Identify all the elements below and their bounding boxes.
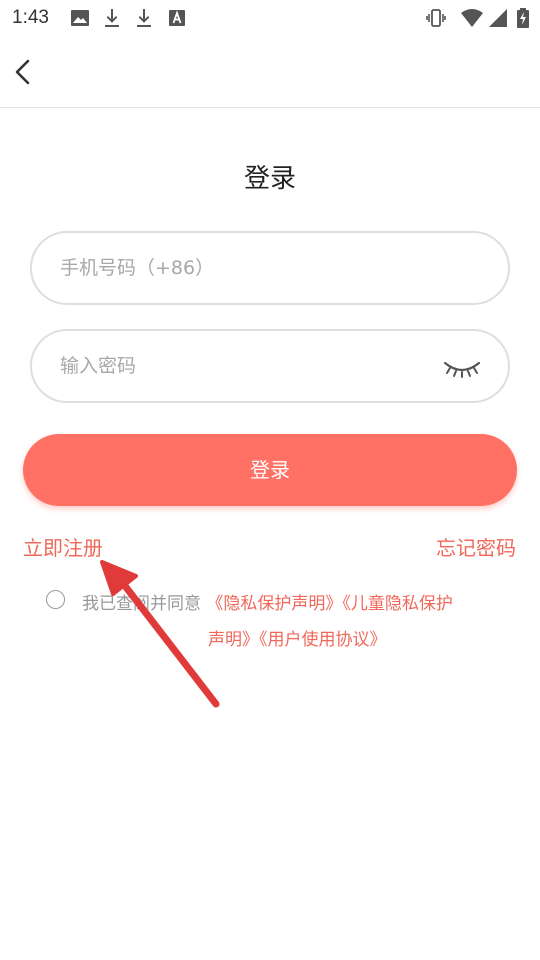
status-bar: 1:43 — [0, 0, 540, 36]
register-link[interactable]: 立即注册 — [23, 532, 103, 561]
download-icon — [137, 9, 151, 27]
forgot-password-link[interactable]: 忘记密码 — [436, 532, 516, 561]
page-title: 登录 — [243, 164, 296, 194]
vibrate-icon — [426, 9, 446, 27]
eye-closed-icon[interactable] — [442, 355, 482, 381]
battery-charging-icon — [517, 8, 529, 28]
font-a-icon — [169, 10, 185, 26]
agreement-prefix: 我已查阅并同意 — [82, 594, 201, 614]
signal-icon — [489, 9, 507, 27]
password-field[interactable] — [30, 329, 510, 403]
agreement-line-2: 声明》《用户使用协议》 — [208, 625, 387, 650]
chevron-left-icon[interactable] — [8, 56, 40, 88]
user-agreement-link[interactable]: 《用户使用协议》 — [259, 630, 387, 650]
image-icon — [71, 10, 89, 26]
child-privacy-link[interactable]: 《儿童隐私保护 — [342, 594, 453, 614]
download-icon — [105, 9, 119, 27]
privacy-policy-link[interactable]: 《隐私保护声明》 — [206, 594, 342, 614]
password-input[interactable] — [60, 331, 440, 401]
phone-input[interactable] — [60, 233, 440, 303]
header — [0, 36, 540, 108]
status-time: 1:43 — [12, 7, 49, 28]
child-privacy-link-cont[interactable]: 声明》 — [208, 630, 259, 650]
login-button[interactable]: 登录 — [23, 434, 517, 506]
phone-field[interactable] — [30, 231, 510, 305]
agreement-radio[interactable] — [46, 590, 65, 609]
wifi-icon — [461, 9, 483, 27]
agreement-line-1: 我已查阅并同意 《隐私保护声明》《儿童隐私保护 — [82, 589, 453, 614]
